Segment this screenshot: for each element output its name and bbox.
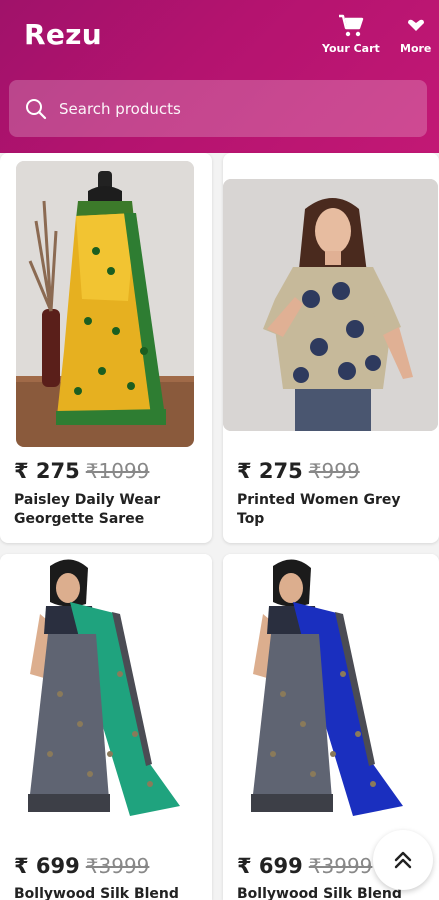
product-card[interactable]: ₹ 275 ₹999 Printed Women Grey Top <box>223 153 439 543</box>
product-title[interactable]: Printed Women Grey Top <box>237 491 422 529</box>
app-header: Rezu Your Cart More Search products <box>0 0 439 153</box>
product-title[interactable]: Paisley Daily Wear Georgette Saree <box>14 491 199 529</box>
brand-logo[interactable]: Rezu <box>24 18 102 51</box>
more-button[interactable]: More <box>400 14 431 55</box>
sale-price: ₹ 275 <box>237 459 303 483</box>
original-price: ₹1099 <box>85 459 150 483</box>
cart-icon <box>338 14 364 37</box>
more-label: More <box>400 42 432 55</box>
original-price: ₹3999 <box>308 854 373 878</box>
sale-price: ₹ 275 <box>14 459 80 483</box>
cart-button[interactable]: Your Cart <box>322 14 380 55</box>
original-price: ₹3999 <box>85 854 150 878</box>
search-icon <box>26 98 47 119</box>
product-price: ₹ 275 ₹999 <box>237 459 360 483</box>
original-price: ₹999 <box>308 459 360 483</box>
product-image[interactable] <box>16 161 194 447</box>
sale-price: ₹ 699 <box>14 854 80 878</box>
product-image[interactable] <box>0 554 212 844</box>
search-input[interactable]: Search products <box>59 100 181 118</box>
product-price: ₹ 699 ₹3999 <box>14 854 149 878</box>
product-title[interactable]: Bollywood Silk Blend <box>14 885 199 900</box>
sale-price: ₹ 699 <box>237 854 303 878</box>
product-image[interactable] <box>223 554 435 844</box>
product-price: ₹ 699 ₹3999 <box>237 854 372 878</box>
product-card[interactable]: ₹ 699 ₹3999 Bollywood Silk Blend <box>0 554 212 900</box>
search-bar[interactable]: Search products <box>9 80 427 137</box>
product-image[interactable] <box>223 179 438 431</box>
scroll-top-button[interactable] <box>373 830 433 890</box>
product-price: ₹ 275 ₹1099 <box>14 459 149 483</box>
chevron-down-icon <box>407 19 424 31</box>
cart-label: Your Cart <box>322 42 380 55</box>
product-card[interactable]: ₹ 275 ₹1099 Paisley Daily Wear Georgette… <box>0 153 212 543</box>
double-chevron-up-icon <box>394 851 412 869</box>
